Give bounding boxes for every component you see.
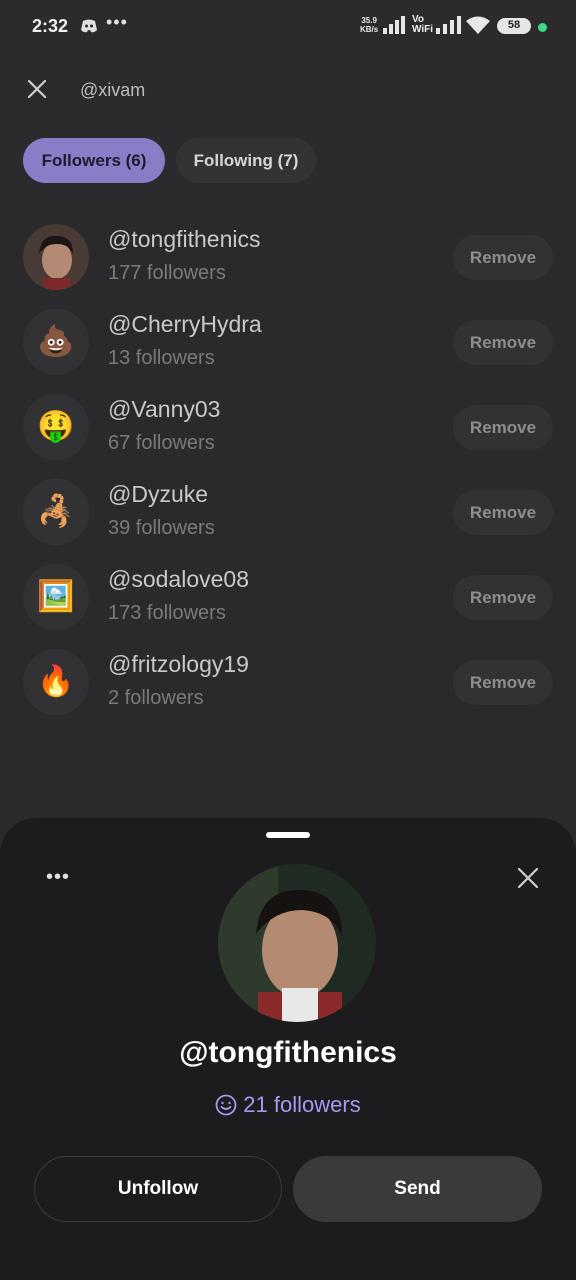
wifi-icon xyxy=(466,16,490,34)
profile-username: @tongfithenics xyxy=(179,1036,397,1069)
avatar-fire-emoji-icon[interactable]: 🔥 xyxy=(23,649,89,715)
follower-count: 2 followers xyxy=(108,687,204,709)
more-notifications-icon: ••• xyxy=(106,12,128,32)
network-speed-value: 35.9 xyxy=(361,16,377,25)
follower-username[interactable]: @Vanny03 xyxy=(108,396,220,423)
signal-icon-2 xyxy=(436,16,461,34)
profile-bottom-sheet: ••• @tongfithenics 21 followers Unfollow… xyxy=(0,818,576,1280)
list-item[interactable]: 🦂 @Dyzuke 39 followers Remove xyxy=(0,447,576,545)
tab-followers[interactable]: Followers (6) xyxy=(23,138,165,183)
remove-button[interactable]: Remove xyxy=(453,660,553,705)
follower-username[interactable]: @tongfithenics xyxy=(108,226,261,253)
privacy-indicator-dot xyxy=(538,23,547,32)
list-item[interactable]: 💩 @CherryHydra 13 followers Remove xyxy=(0,277,576,375)
follower-username[interactable]: @CherryHydra xyxy=(108,311,262,338)
more-options-icon[interactable]: ••• xyxy=(46,867,70,887)
remove-button[interactable]: Remove xyxy=(453,490,553,535)
sheet-grabber-handle[interactable] xyxy=(266,832,310,838)
battery-level: 58 xyxy=(507,19,521,31)
close-icon[interactable] xyxy=(26,78,48,100)
profile-avatar-photo xyxy=(218,864,376,1022)
unfollow-button[interactable]: Unfollow xyxy=(34,1156,282,1222)
network-speed-unit: KB/s xyxy=(360,25,379,34)
remove-button[interactable]: Remove xyxy=(453,575,553,620)
network-speed: 35.9 KB/s xyxy=(360,16,378,34)
list-item[interactable]: 🖼️ @sodalove08 173 followers Remove xyxy=(0,532,576,630)
list-item[interactable]: @tongfithenics 177 followers Remove xyxy=(0,192,576,290)
battery-icon: 58 xyxy=(497,18,531,34)
close-icon[interactable] xyxy=(516,866,540,890)
vowifi-bottom: WiFi xyxy=(412,24,434,35)
list-item[interactable]: 🔥 @fritzology19 2 followers Remove xyxy=(0,617,576,715)
follower-username[interactable]: @fritzology19 xyxy=(108,651,249,678)
signal-icon xyxy=(383,16,405,34)
profile-followers-count: 21 followers xyxy=(243,1092,361,1117)
status-bar: 2:32 ••• 35.9 KB/s Vo WiFi 58 xyxy=(0,0,576,56)
profile-followers[interactable]: 21 followers xyxy=(0,1092,576,1118)
profile-avatar xyxy=(218,864,376,1022)
status-time: 2:32 xyxy=(32,16,69,36)
remove-button[interactable]: Remove xyxy=(453,405,553,450)
remove-button[interactable]: Remove xyxy=(453,235,553,280)
discord-icon xyxy=(81,19,97,33)
list-item[interactable]: 🤑 @Vanny03 67 followers Remove xyxy=(0,362,576,460)
remove-button[interactable]: Remove xyxy=(453,320,553,365)
tab-following[interactable]: Following (7) xyxy=(176,138,316,183)
follower-username[interactable]: @sodalove08 xyxy=(108,566,249,593)
smiley-icon xyxy=(215,1094,237,1116)
send-button[interactable]: Send xyxy=(293,1156,542,1222)
profile-handle: @xivam xyxy=(80,80,146,100)
vowifi-indicator: Vo WiFi xyxy=(412,15,433,35)
followers-list: @tongfithenics 177 followers Remove 💩 @C… xyxy=(0,192,576,832)
header: @xivam Followers (6) Following (7) xyxy=(0,56,576,192)
follower-username[interactable]: @Dyzuke xyxy=(108,481,208,508)
